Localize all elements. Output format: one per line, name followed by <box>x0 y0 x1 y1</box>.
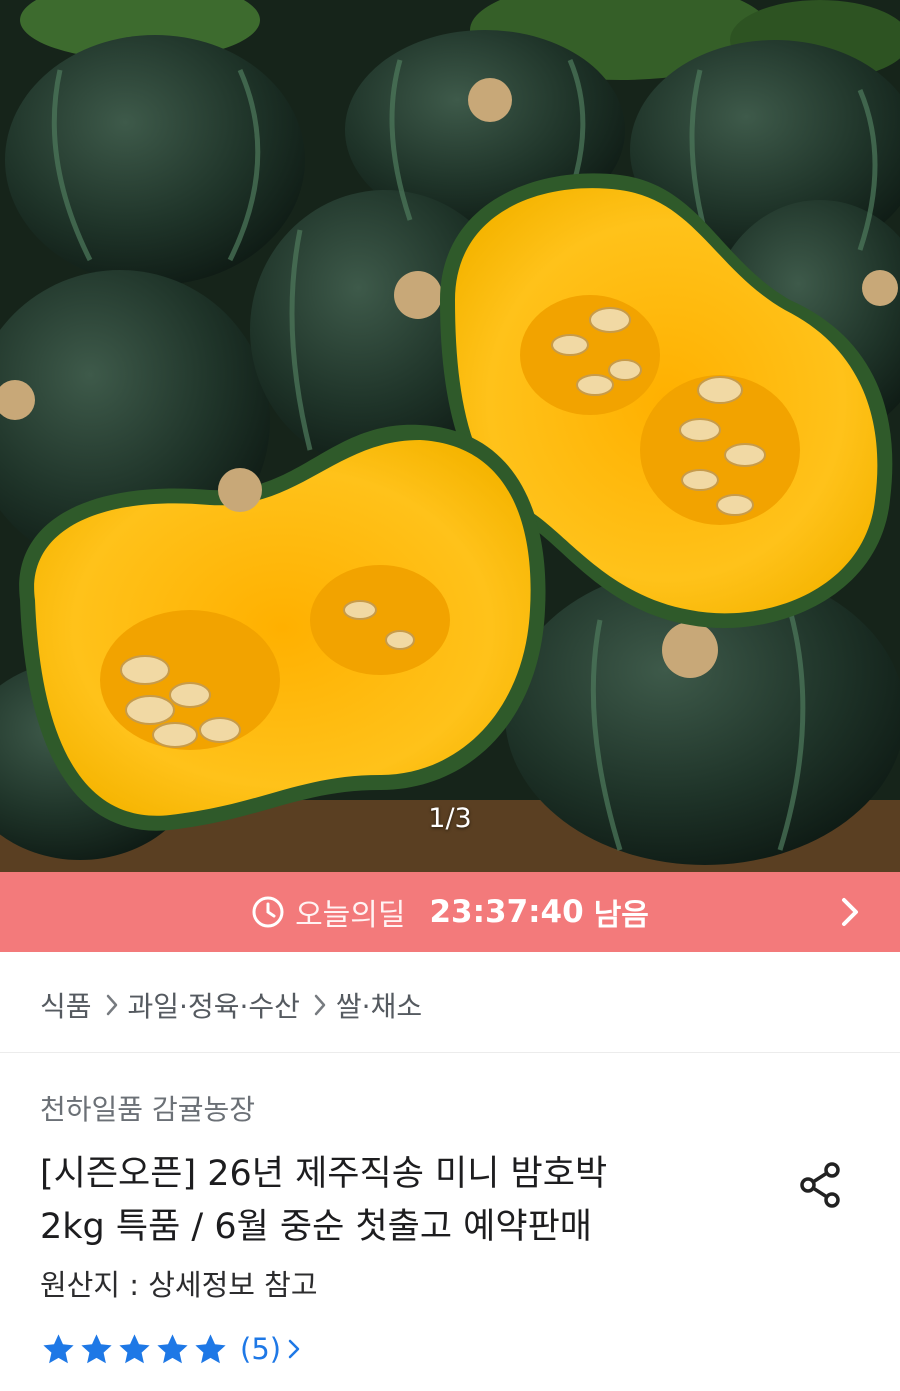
product-title: [시즌오픈] 26년 제주직송 미니 밤호박 2kg 특품 / 6월 중순 첫출… <box>40 1148 740 1254</box>
review-count[interactable]: (5) <box>240 1332 281 1366</box>
origin-info: 원산지 : 상세정보 참고 <box>40 1268 318 1302</box>
star-icon <box>81 1333 112 1363</box>
breadcrumb-item[interactable]: 과일·정육·수산 <box>128 985 300 1025</box>
star-rating <box>40 1331 230 1368</box>
chevron-right-icon <box>288 1339 300 1359</box>
breadcrumb-item[interactable]: 식품 <box>40 985 92 1025</box>
todays-deal-bar[interactable]: 오늘의딜 23:37:40 남음 <box>0 872 900 952</box>
product-image <box>0 0 900 872</box>
star-icon <box>157 1333 188 1363</box>
breadcrumb-item[interactable]: 쌀·채소 <box>336 985 422 1025</box>
chevron-right-icon <box>106 994 117 1016</box>
deal-countdown: 23:37:40 <box>429 894 584 930</box>
deal-label: 오늘의딜 <box>295 898 406 933</box>
share-icon[interactable] <box>796 1160 846 1210</box>
star-icon <box>119 1333 150 1363</box>
seller-name[interactable]: 천하일품 감귤농장 <box>40 1088 255 1128</box>
rating-summary[interactable]: (5) <box>40 1326 301 1372</box>
breadcrumb: 식품 과일·정육·수산 쌀·채소 <box>40 983 422 1027</box>
product-detail-page: 1/3 오늘의딜 23:37:40 남음 식품 과일·정육·수산 쌀·채소 천하… <box>0 0 900 1391</box>
chevron-right-icon <box>314 994 326 1016</box>
star-icon <box>43 1333 74 1363</box>
section-divider <box>0 1052 900 1053</box>
clock-icon <box>252 896 284 928</box>
star-icon <box>195 1333 226 1363</box>
chevron-right-icon[interactable] <box>840 896 860 928</box>
product-title-line: 2kg 특품 / 6월 중순 첫출고 예약판매 <box>40 1207 592 1247</box>
deal-remaining-label: 남음 <box>593 898 649 933</box>
image-page-indicator: 1/3 <box>428 803 472 834</box>
product-title-line: [시즌오픈] 26년 제주직송 미니 밤호박 <box>40 1154 608 1194</box>
product-image-carousel[interactable]: 1/3 <box>0 0 900 872</box>
